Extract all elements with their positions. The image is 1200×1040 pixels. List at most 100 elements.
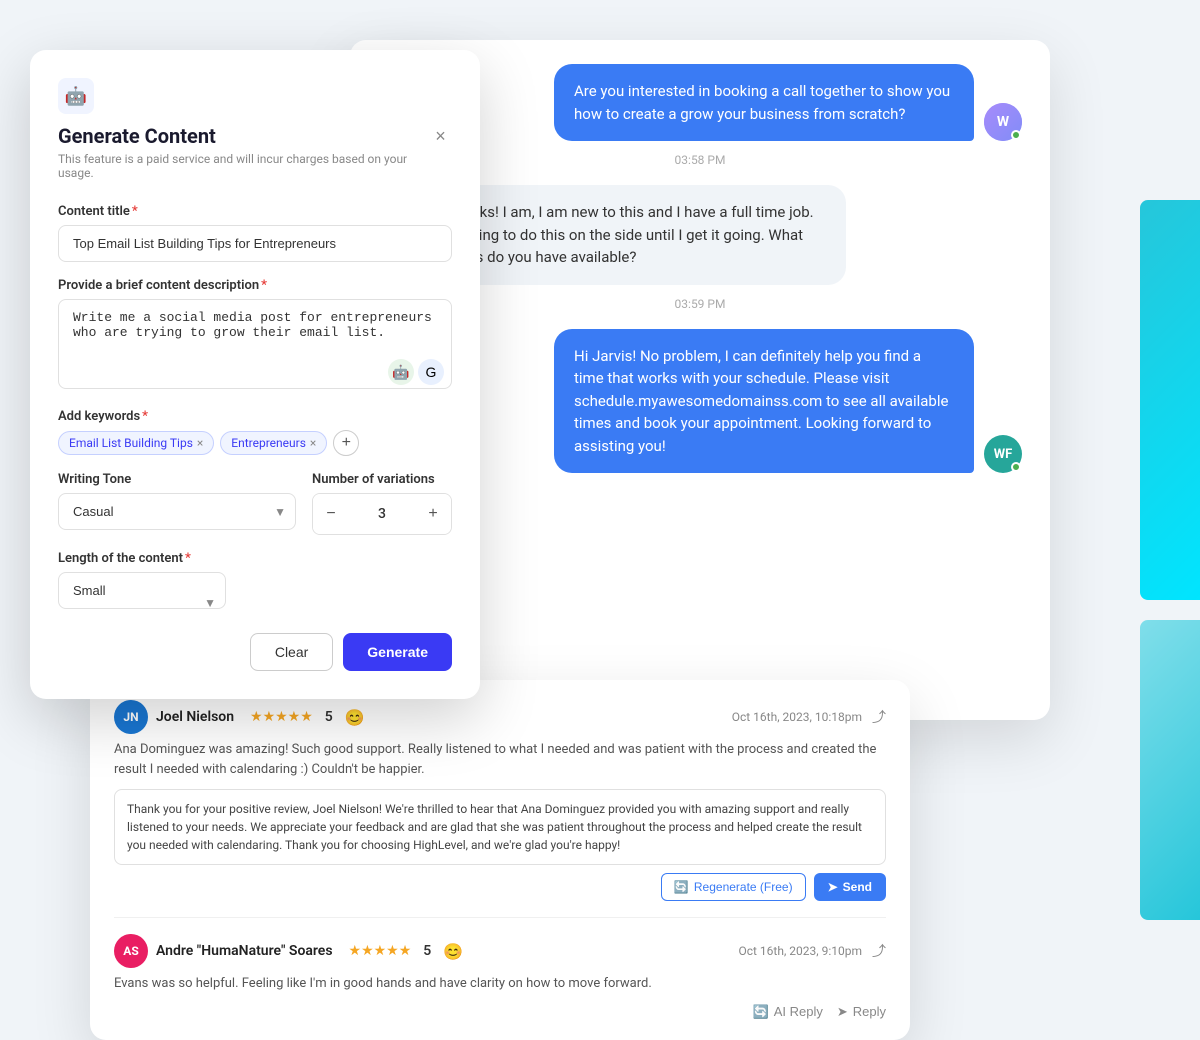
reviewer-name-2: Andre "HumaNature" Soares (156, 943, 333, 959)
rating-emoji-2: 😊 (443, 942, 463, 961)
keywords-field: Add keywords* Email List Building Tips ×… (58, 409, 452, 456)
content-desc-field: Provide a brief content description* Wri… (58, 278, 452, 393)
writing-tone-label: Writing Tone (58, 472, 296, 487)
length-select[interactable]: Small Medium Large (58, 572, 226, 609)
generate-content-modal: 🤖 Generate Content This feature is a pai… (30, 50, 480, 699)
online-indicator-3 (1011, 462, 1021, 472)
close-button[interactable]: × (429, 124, 452, 148)
rating-emoji-1: 😊 (345, 708, 365, 727)
online-indicator-1 (1011, 130, 1021, 140)
reviewer-info-1: JN Joel Nielson ★★★★★ 5 😊 (114, 700, 365, 734)
increase-variations-button[interactable]: + (415, 494, 451, 534)
textarea-icon-row: 🤖 G (388, 359, 444, 385)
reviewer-avatar-2: AS (114, 934, 148, 968)
length-field: Length of the content* Small Medium Larg… (58, 551, 452, 633)
reply-label: Reply (853, 1004, 886, 1019)
writing-tone-select-wrap: Casual Professional Friendly Formal ▼ (58, 493, 296, 530)
keyword-tag-1: Entrepreneurs × (220, 431, 327, 455)
review-text-1: Ana Dominguez was amazing! Such good sup… (114, 740, 886, 779)
writing-tone-field: Writing Tone Casual Professional Friendl… (58, 472, 296, 535)
modal-footer: Clear Generate (58, 633, 452, 671)
content-title-field: Content title* (58, 204, 452, 278)
length-select-wrap: Small Medium Large ▼ (58, 572, 226, 633)
send-button-1[interactable]: ➤ Send (814, 873, 886, 901)
decrease-variations-button[interactable]: − (313, 494, 349, 534)
review-meta-2: Oct 16th, 2023, 9:10pm ⤴ (738, 941, 886, 961)
variations-field: Number of variations − 3 + (312, 472, 452, 535)
message-bubble-2: Thanks! I am, I am new to this and I hav… (426, 185, 846, 285)
share-icon-2[interactable]: ⤴ (872, 941, 886, 961)
variations-label: Number of variations (312, 472, 452, 487)
add-keyword-button[interactable]: + (333, 430, 359, 456)
reviewer-avatar-1: JN (114, 700, 148, 734)
reply-text-1: Thank you for your positive review, Joel… (127, 802, 862, 852)
generate-button[interactable]: Generate (343, 633, 452, 671)
message-text-3: Hi Jarvis! No problem, I can definitely … (574, 347, 948, 455)
reply-box-1: Thank you for your positive review, Joel… (114, 789, 886, 865)
content-desc-label: Provide a brief content description* (58, 278, 452, 293)
teal-decoration-1 (1140, 200, 1200, 600)
variations-control: − 3 + (312, 493, 452, 535)
content-title-label: Content title* (58, 204, 452, 219)
message-text-2: Thanks! I am, I am new to this and I hav… (446, 203, 814, 266)
review-item-2: AS Andre "HumaNature" Soares ★★★★★ 5 😊 O… (114, 934, 886, 1020)
ai-reply-icon: 🔄 (753, 1004, 769, 1020)
keywords-label: Add keywords* (58, 409, 452, 424)
rating-number-2: 5 (423, 943, 431, 959)
reply-actions-1: 🔄 Regenerate (Free) ➤ Send (114, 873, 886, 901)
modal-subtitle: This feature is a paid service and will … (58, 152, 429, 180)
keyword-remove-0[interactable]: × (197, 436, 203, 450)
modal-header: Generate Content This feature is a paid … (58, 124, 452, 198)
writing-tone-select[interactable]: Casual Professional Friendly Formal (58, 493, 296, 530)
regenerate-button-1[interactable]: 🔄 Regenerate (Free) (661, 873, 806, 901)
reply-button[interactable]: ➤ Reply (837, 1004, 886, 1020)
send-icon-1: ➤ (828, 880, 838, 894)
review-date-1: Oct 16th, 2023, 10:18pm (732, 710, 862, 724)
review-meta-1: Oct 16th, 2023, 10:18pm ⤴ (732, 707, 886, 727)
stars-2: ★★★★★ (349, 943, 412, 959)
variations-value: 3 (349, 506, 415, 522)
tone-variations-row: Writing Tone Casual Professional Friendl… (58, 472, 452, 535)
keywords-row: Email List Building Tips × Entrepreneurs… (58, 430, 452, 456)
message-bubble-3: Hi Jarvis! No problem, I can definitely … (554, 329, 974, 474)
stars-1: ★★★★★ (250, 709, 313, 725)
send-label-1: Send (843, 880, 872, 894)
review-item-1: JN Joel Nielson ★★★★★ 5 😊 Oct 16th, 2023… (114, 700, 886, 918)
rating-number-1: 5 (325, 709, 333, 725)
keyword-text-0: Email List Building Tips (69, 436, 193, 450)
avatar-initials-3: WF (994, 447, 1013, 462)
regenerate-icon-1: 🔄 (674, 880, 689, 894)
sender-avatar-3: WF (984, 435, 1022, 473)
review-date-2: Oct 16th, 2023, 9:10pm (738, 944, 862, 958)
message-bubble-1: Are you interested in booking a call tog… (554, 64, 974, 141)
reviews-panel: JN Joel Nielson ★★★★★ 5 😊 Oct 16th, 2023… (90, 680, 910, 1040)
review-actions-2: 🔄 AI Reply ➤ Reply (114, 1004, 886, 1020)
share-icon-1[interactable]: ⤴ (872, 707, 886, 727)
reviewer-initials-1: JN (123, 710, 138, 724)
teal-decoration-2 (1140, 620, 1200, 920)
keyword-text-1: Entrepreneurs (231, 436, 306, 450)
message-text-1: Are you interested in booking a call tog… (574, 82, 950, 123)
reviewer-name-1: Joel Nielson (156, 709, 234, 725)
sender-avatar-1: W (984, 103, 1022, 141)
keyword-remove-1[interactable]: × (310, 436, 316, 450)
ai-reply-button[interactable]: 🔄 AI Reply (753, 1004, 823, 1020)
review-text-2: Evans was so helpful. Feeling like I'm i… (114, 974, 886, 994)
keyword-tag-0: Email List Building Tips × (58, 431, 214, 455)
clear-button[interactable]: Clear (250, 633, 333, 671)
modal-robot-icon: 🤖 (58, 78, 94, 114)
length-label: Length of the content* (58, 551, 452, 566)
regenerate-label-1: Regenerate (Free) (694, 880, 793, 894)
reviewer-initials-2: AS (123, 944, 138, 958)
textarea-grammar-icon[interactable]: G (418, 359, 444, 385)
avatar-initials-1: W (997, 114, 1009, 130)
review-header-2: AS Andre "HumaNature" Soares ★★★★★ 5 😊 O… (114, 934, 886, 968)
modal-title: Generate Content (58, 124, 429, 148)
ai-reply-label: AI Reply (774, 1004, 823, 1019)
textarea-wrapper: Write me a social media post for entrepr… (58, 299, 452, 393)
reply-icon: ➤ (837, 1004, 848, 1020)
review-header-1: JN Joel Nielson ★★★★★ 5 😊 Oct 16th, 2023… (114, 700, 886, 734)
reviewer-info-2: AS Andre "HumaNature" Soares ★★★★★ 5 😊 (114, 934, 463, 968)
textarea-ai-icon[interactable]: 🤖 (388, 359, 414, 385)
content-title-input[interactable] (58, 225, 452, 262)
